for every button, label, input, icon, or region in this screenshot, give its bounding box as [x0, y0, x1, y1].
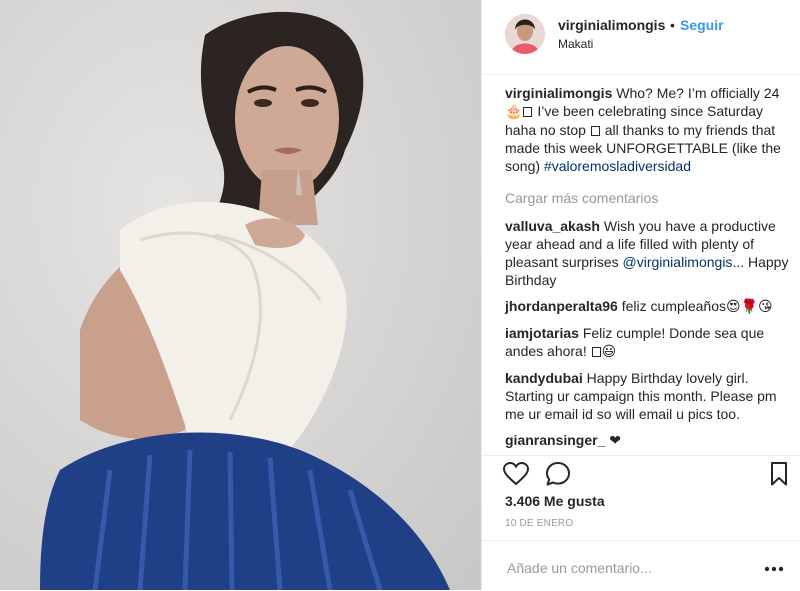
- post-date[interactable]: 10 de enero: [505, 518, 573, 529]
- comment-mention[interactable]: @virginialimongis: [623, 254, 733, 270]
- comment-username[interactable]: iamjotarias: [505, 325, 579, 341]
- comment-item: gianransinger_ ❤: [505, 431, 795, 450]
- bookmark-icon[interactable]: [770, 462, 788, 491]
- heart-icon[interactable]: [502, 461, 530, 491]
- post-photo[interactable]: [0, 0, 482, 590]
- missing-glyph-icon: [523, 107, 533, 117]
- avatar[interactable]: [505, 14, 545, 54]
- load-more-comments-button[interactable]: Cargar más comentarios: [505, 189, 795, 207]
- comment-username[interactable]: jhordanperalta96: [505, 298, 618, 314]
- comment-username[interactable]: gianransinger_: [505, 432, 605, 448]
- comment-item: valluva_akash Wish you have a productive…: [505, 217, 795, 289]
- comment-item: jhordanperalta96 feliz cumpleaños😍🌹😘: [505, 297, 795, 316]
- caption: virginialimongis Who? Me? I’m officially…: [505, 84, 795, 175]
- missing-glyph-icon: [591, 347, 601, 357]
- more-options-icon[interactable]: [764, 559, 784, 577]
- likes-count[interactable]: 3.406 Me gusta: [505, 493, 605, 509]
- comment-text: feliz cumpleaños: [617, 298, 726, 314]
- caption-hashtag[interactable]: #valoremosladiversidad: [544, 158, 691, 174]
- caption-text-1: Who? Me? I’m officially 24: [612, 85, 780, 101]
- caption-username[interactable]: virginialimongis: [505, 85, 612, 101]
- avatar-image: [505, 14, 545, 54]
- follow-button[interactable]: Seguir: [680, 17, 724, 33]
- cake-emoji: 🎂: [505, 104, 523, 120]
- comment-item: iamjotarias Feliz cumple! Donde sea que …: [505, 324, 795, 361]
- header-location[interactable]: Makati: [558, 37, 593, 51]
- header-username[interactable]: virginialimongis: [558, 17, 665, 33]
- post-header: virginialimongis • Seguir Makati: [482, 0, 800, 75]
- comment-emoji: 😃: [601, 344, 617, 360]
- heart-emoji: ❤: [609, 433, 621, 449]
- post-photo-illustration: [40, 11, 450, 590]
- post-sidebar: virginialimongis • Seguir Makati virgini…: [482, 0, 800, 590]
- add-comment-input[interactable]: [505, 557, 739, 579]
- comments-list: virginialimongis Who? Me? I’m officially…: [505, 84, 795, 458]
- comment-icon[interactable]: [545, 461, 571, 492]
- comment-emoji: 😍🌹😘: [726, 299, 773, 315]
- missing-glyph-icon: [590, 126, 600, 136]
- header-separator: •: [670, 17, 675, 33]
- comment-username[interactable]: valluva_akash: [505, 218, 600, 234]
- comment-item: kandydubai Happy Birthday lovely girl. S…: [505, 369, 795, 423]
- add-comment-bar: [482, 540, 800, 591]
- comment-username[interactable]: kandydubai: [505, 370, 583, 386]
